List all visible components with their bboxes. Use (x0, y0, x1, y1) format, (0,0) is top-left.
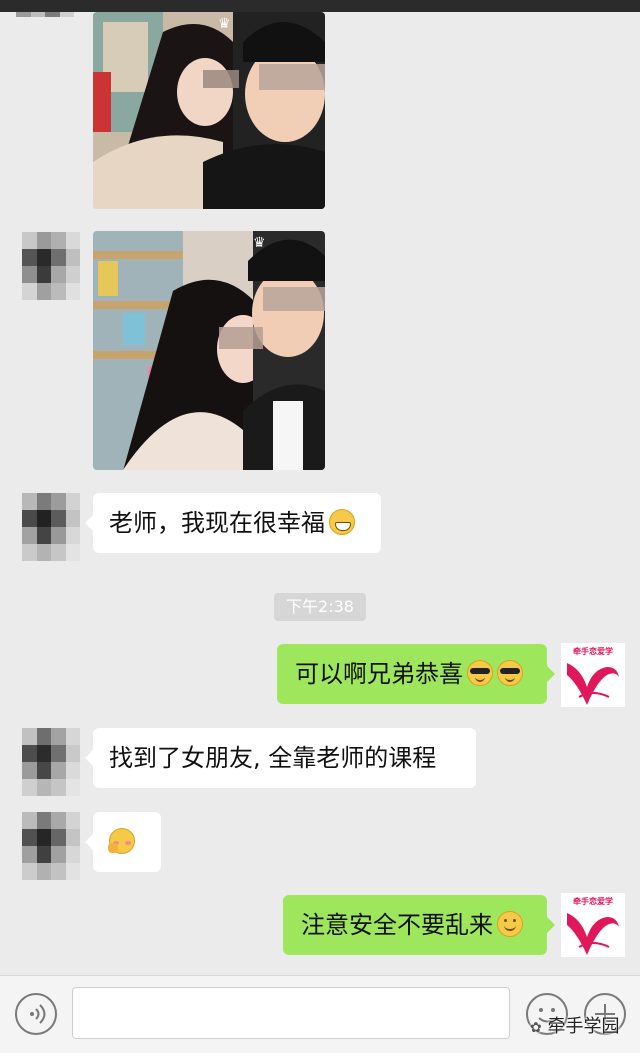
teacher-avatar[interactable]: 牵手恋爱学 (561, 893, 625, 957)
message-input[interactable] (72, 987, 510, 1039)
heart-hands-icon (567, 913, 619, 955)
timestamp: 下午2:38 (274, 593, 366, 621)
photo-message[interactable]: ♛ (93, 12, 325, 209)
watermark: ✿ 牵手学园 (530, 1012, 619, 1038)
voice-button[interactable] (15, 993, 57, 1035)
contact-avatar[interactable] (22, 812, 80, 880)
contact-avatar[interactable] (22, 493, 80, 561)
grin-emoji-icon (329, 509, 355, 535)
sunglasses-emoji-icon (467, 660, 493, 686)
heart-hands-icon (567, 663, 619, 705)
sunglasses-emoji-icon (497, 660, 523, 686)
teacher-avatar[interactable]: 牵手恋爱学 (561, 643, 625, 707)
contact-avatar[interactable] (16, 12, 74, 32)
shy-emoji-icon (108, 828, 135, 854)
contact-avatar[interactable] (22, 232, 80, 300)
message-text: 注意安全不要乱来 (301, 911, 493, 939)
photo-message[interactable]: ♛ (93, 231, 325, 470)
wechat-logo-icon: ✿ (530, 1020, 542, 1036)
smile-emoji-icon (497, 911, 523, 937)
couple-photo-image: ♛ (93, 231, 325, 470)
message-text: 可以啊兄弟恭喜 (295, 660, 463, 688)
message-bubble-outgoing[interactable]: 可以啊兄弟恭喜 (277, 644, 555, 704)
message-bubble-incoming[interactable]: 老师，我现在很幸福 (85, 493, 381, 553)
watermark-text: 牵手学园 (547, 1016, 620, 1037)
svg-text:♛: ♛ (218, 16, 231, 32)
message-bubble-incoming[interactable] (85, 812, 161, 872)
message-bubble-outgoing[interactable]: 注意安全不要乱来 (283, 895, 555, 955)
contact-avatar[interactable] (22, 728, 80, 796)
message-text: 找到了女朋友, 全靠老师的课程 (109, 744, 437, 772)
voice-icon (30, 1004, 46, 1024)
svg-text:♛: ♛ (253, 235, 266, 251)
status-bar (0, 0, 640, 12)
message-text: 老师，我现在很幸福 (109, 509, 325, 537)
message-bubble-incoming[interactable]: 找到了女朋友, 全靠老师的课程 (85, 728, 476, 788)
couple-photo-image: ♛ (93, 12, 325, 209)
